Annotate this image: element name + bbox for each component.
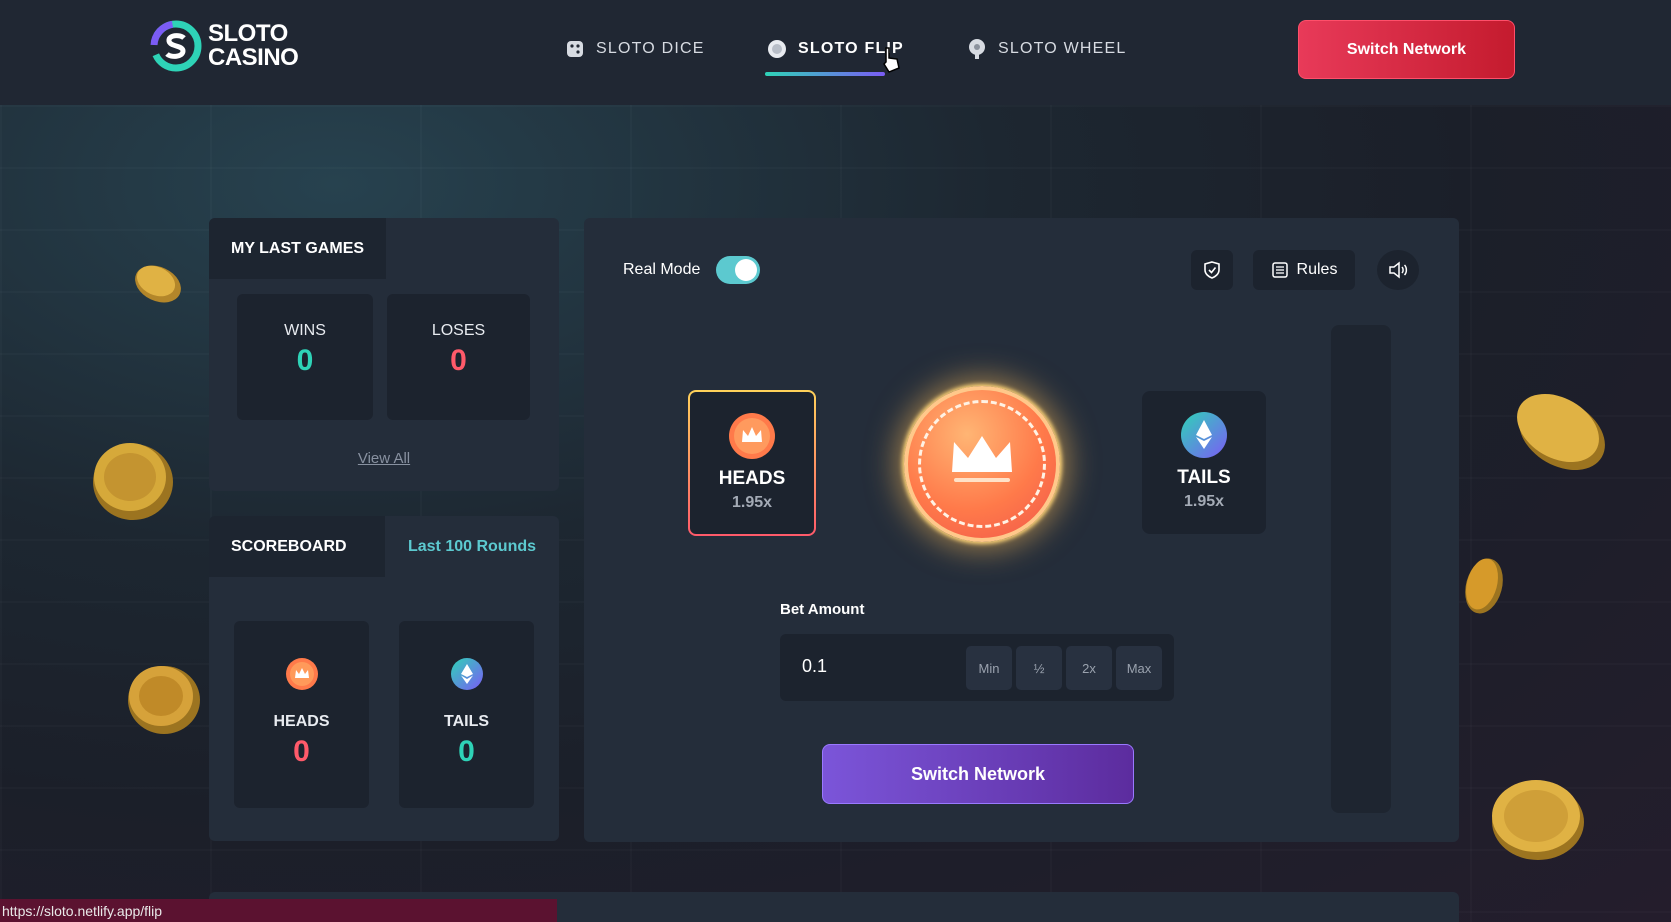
decor-coin-4 xyxy=(1517,393,1605,471)
nav-label: SLOTO WHEEL xyxy=(998,40,1127,57)
real-mode-label: Real Mode xyxy=(623,261,701,278)
logo-text: SLOTO CASINO xyxy=(208,20,299,71)
tails-name: TAILS xyxy=(1177,467,1231,488)
bet-min-button[interactable]: Min xyxy=(966,646,1012,690)
bet-half-button[interactable]: ½ xyxy=(1016,646,1062,690)
decor-coin-3 xyxy=(128,666,200,734)
wins-box: WINS 0 xyxy=(237,294,373,420)
decor-coin-5 xyxy=(1465,558,1503,614)
tails-label: TAILS xyxy=(443,713,490,730)
rules-label: Rules xyxy=(1296,261,1338,278)
tails-coin-icon xyxy=(450,658,483,690)
shield-check-icon xyxy=(1204,261,1220,279)
dice-icon xyxy=(567,41,583,57)
heads-value: 0 xyxy=(293,735,310,768)
tails-choice-card[interactable]: TAILS 1.95x xyxy=(1142,391,1266,534)
wins-label: WINS xyxy=(284,322,326,339)
heads-choice-card[interactable]: HEADS 1.95x xyxy=(688,390,816,536)
nav-label: SLOTO DICE xyxy=(596,40,705,57)
decor-coin-1 xyxy=(135,265,181,303)
nav-sloto-wheel[interactable]: SLOTO WHEEL xyxy=(966,38,1127,60)
last-games-panel: MY LAST GAMES WINS 0 LOSES 0 View All xyxy=(209,218,559,491)
heads-label: HEADS xyxy=(273,713,330,730)
speaker-icon xyxy=(1389,261,1408,279)
heads-name: HEADS xyxy=(718,468,786,489)
crown-icon xyxy=(952,436,1012,482)
coin-icon xyxy=(768,40,786,58)
logo-line2: CASINO xyxy=(208,44,299,71)
loses-value: 0 xyxy=(450,344,467,377)
logo[interactable]: SLOTO CASINO xyxy=(150,20,299,72)
logo-line1: SLOTO xyxy=(208,20,288,47)
bet-amount-field[interactable]: 0.1 Min ½ 2x Max xyxy=(780,634,1174,701)
tails-multiplier: 1.95x xyxy=(1183,493,1225,510)
switch-network-button[interactable]: Switch Network xyxy=(1298,20,1515,79)
heads-coin-icon xyxy=(285,658,318,690)
switch-network-main-button[interactable]: Switch Network xyxy=(822,744,1134,804)
toggle-knob xyxy=(735,259,757,281)
bet-max-button[interactable]: Max xyxy=(1116,646,1162,690)
heads-multiplier: 1.95x xyxy=(731,494,773,511)
loses-box: LOSES 0 xyxy=(387,294,530,420)
fairness-button[interactable] xyxy=(1191,250,1233,290)
active-nav-underline xyxy=(765,72,885,76)
decor-coin-2 xyxy=(93,443,173,520)
bet-amount-label: Bet Amount xyxy=(780,601,865,618)
nav-sloto-dice[interactable]: SLOTO DICE xyxy=(564,38,705,60)
heads-score-box: HEADS 0 xyxy=(234,621,369,808)
scoreboard-panel: SCOREBOARD Last 100 Rounds HEADS 0 TAILS… xyxy=(209,516,559,841)
hand-cursor-icon xyxy=(883,47,900,73)
flip-history-column xyxy=(1331,325,1391,813)
tails-score-box: TAILS 0 xyxy=(399,621,534,808)
flip-game-panel: Real Mode Rules HEADS 1.95x TAILS 1.95x … xyxy=(584,218,1459,842)
flip-coin xyxy=(904,386,1060,542)
loses-label: LOSES xyxy=(431,322,486,339)
view-all-link[interactable]: View All xyxy=(209,450,559,467)
tails-eth-icon xyxy=(1181,412,1227,458)
tails-value: 0 xyxy=(458,735,475,768)
top-header: SLOTO CASINO SLOTO DICE SLOTO FLIP SLOTO… xyxy=(0,0,1671,105)
rules-list-icon xyxy=(1271,262,1288,278)
decor-coin-6 xyxy=(1492,780,1584,860)
last-100-rounds-tab[interactable]: Last 100 Rounds xyxy=(385,516,559,577)
logo-icon xyxy=(150,20,202,72)
rules-button[interactable]: Rules xyxy=(1253,250,1355,290)
heads-crown-icon xyxy=(729,413,775,459)
wheel-icon xyxy=(969,39,985,59)
real-mode-toggle[interactable] xyxy=(716,256,760,284)
bet-double-button[interactable]: 2x xyxy=(1066,646,1112,690)
sound-button[interactable] xyxy=(1377,250,1419,290)
bet-amount-value[interactable]: 0.1 xyxy=(802,656,827,677)
scoreboard-title: SCOREBOARD xyxy=(209,516,385,577)
wins-value: 0 xyxy=(296,344,314,377)
status-bar-url: https://sloto.netlify.app/flip xyxy=(0,899,557,922)
last-games-title: MY LAST GAMES xyxy=(209,218,387,279)
